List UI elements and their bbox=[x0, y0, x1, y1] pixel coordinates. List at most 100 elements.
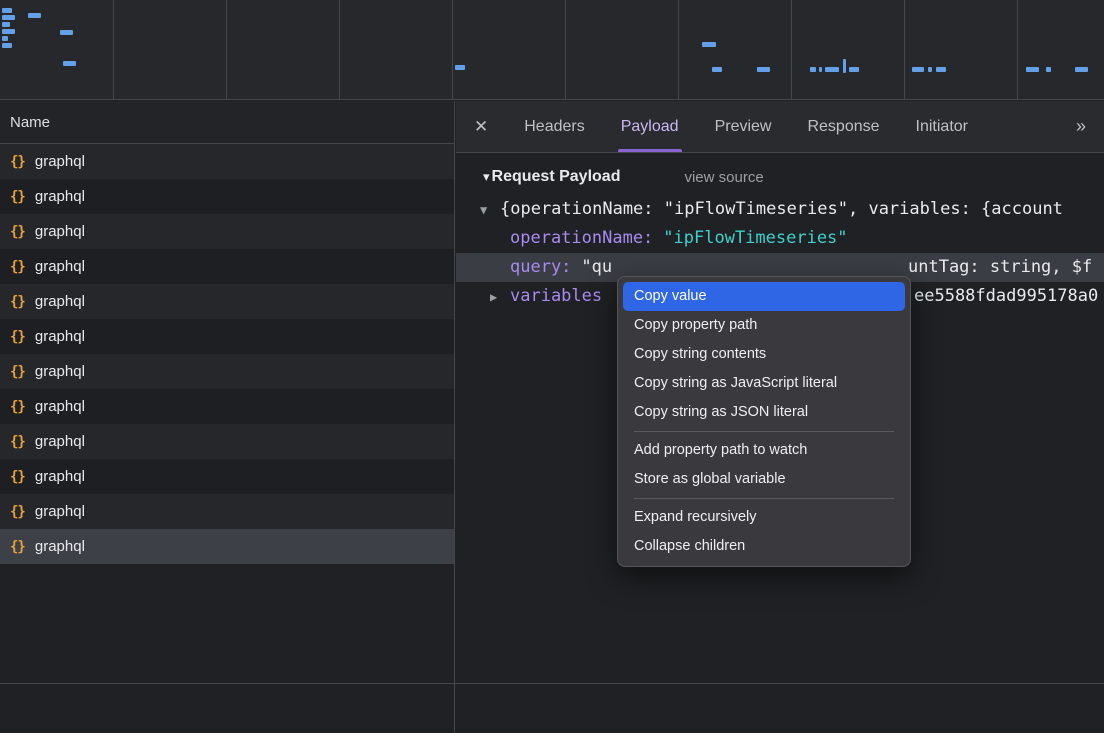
query-value-start: "qu bbox=[581, 257, 612, 277]
menu-item-collapse-children[interactable]: Collapse children bbox=[623, 532, 905, 561]
request-name: graphql bbox=[35, 433, 85, 450]
network-activity-bar bbox=[1075, 67, 1088, 72]
json-braces-icon: {} bbox=[10, 364, 25, 380]
timeline-gridline bbox=[904, 0, 905, 99]
timeline-gridline bbox=[791, 0, 792, 99]
json-braces-icon: {} bbox=[10, 329, 25, 345]
network-activity-bar bbox=[825, 67, 839, 72]
request-payload-section-header[interactable]: ▾ Request Payload view source bbox=[456, 153, 1104, 195]
request-name: graphql bbox=[35, 258, 85, 275]
request-row[interactable]: {} graphql bbox=[0, 424, 454, 459]
section-expand-icon[interactable]: ▾ bbox=[483, 169, 490, 185]
request-row[interactable]: {} graphql bbox=[0, 459, 454, 494]
requests-panel: Name {} graphql {} graphql {} graphql {}… bbox=[0, 101, 455, 733]
json-braces-icon: {} bbox=[10, 399, 25, 415]
menu-item-copy-property-path[interactable]: Copy property path bbox=[623, 311, 905, 340]
network-activity-bar bbox=[819, 67, 822, 72]
request-row[interactable]: {} graphql bbox=[0, 319, 454, 354]
request-list: {} graphql {} graphql {} graphql {} grap… bbox=[0, 144, 454, 564]
menu-item-expand-recursively[interactable]: Expand recursively bbox=[623, 503, 905, 532]
network-activity-bar bbox=[2, 29, 15, 34]
menu-item-copy-string-as-json-literal[interactable]: Copy string as JSON literal bbox=[623, 398, 905, 427]
root-preview-text: {operationName: "ipFlowTimeseries", vari… bbox=[500, 199, 1063, 219]
network-activity-bar bbox=[2, 36, 8, 41]
network-activity-bar bbox=[757, 67, 770, 72]
request-row[interactable]: {} graphql bbox=[0, 179, 454, 214]
property-value-operation-name: "ipFlowTimeseries" bbox=[663, 228, 847, 248]
query-value-end: untTag: string, $f bbox=[908, 253, 1092, 282]
json-braces-icon: {} bbox=[10, 434, 25, 450]
network-activity-bar bbox=[810, 67, 816, 72]
network-activity-bar bbox=[60, 30, 73, 35]
request-name: graphql bbox=[35, 398, 85, 415]
network-activity-bar bbox=[2, 43, 12, 48]
json-braces-icon: {} bbox=[10, 504, 25, 520]
property-key-operation-name: operationName: bbox=[510, 228, 653, 248]
devtools-network-panel: Name {} graphql {} graphql {} graphql {}… bbox=[0, 0, 1104, 733]
network-activity-bar bbox=[936, 67, 946, 72]
menu-separator bbox=[634, 431, 894, 432]
request-name: graphql bbox=[35, 223, 85, 240]
json-braces-icon: {} bbox=[10, 539, 25, 555]
detail-tabs: ✕ Headers Payload Preview Response Initiator… bbox=[456, 101, 1104, 153]
network-activity-bar bbox=[702, 42, 716, 47]
timeline-gridline bbox=[452, 0, 453, 99]
timeline-gridline bbox=[678, 0, 679, 99]
network-activity-bar bbox=[712, 67, 722, 72]
operation-name-row[interactable]: operationName: "ipFlowTimeseries" bbox=[456, 224, 1104, 253]
network-activity-bar bbox=[63, 61, 76, 66]
payload-root-row[interactable]: ▼ {operationName: "ipFlowTimeseries", var… bbox=[456, 195, 1104, 224]
name-column-header[interactable]: Name bbox=[0, 101, 454, 144]
tab-preview[interactable]: Preview bbox=[715, 101, 772, 152]
collapsed-triangle-icon[interactable]: ▶ bbox=[490, 283, 504, 312]
network-overview-timeline[interactable] bbox=[0, 0, 1104, 100]
tab-headers[interactable]: Headers bbox=[524, 101, 584, 152]
request-row[interactable]: {} graphql bbox=[0, 284, 454, 319]
network-activity-bar bbox=[843, 59, 846, 73]
network-activity-bar bbox=[2, 15, 15, 20]
view-source-link[interactable]: view source bbox=[684, 169, 763, 186]
json-braces-icon: {} bbox=[10, 154, 25, 170]
context-menu: Copy valueCopy property pathCopy string … bbox=[617, 276, 911, 567]
network-activity-bar bbox=[849, 67, 859, 72]
table-footer-divider bbox=[0, 683, 1104, 684]
menu-item-copy-string-as-javascript-literal[interactable]: Copy string as JavaScript literal bbox=[623, 369, 905, 398]
tab-payload[interactable]: Payload bbox=[621, 101, 679, 152]
json-braces-icon: {} bbox=[10, 189, 25, 205]
expanded-triangle-icon[interactable]: ▼ bbox=[480, 196, 494, 225]
menu-item-copy-string-contents[interactable]: Copy string contents bbox=[623, 340, 905, 369]
network-activity-bar bbox=[455, 65, 465, 70]
request-row[interactable]: {} graphql bbox=[0, 389, 454, 424]
close-icon[interactable]: ✕ bbox=[474, 117, 488, 137]
json-braces-icon: {} bbox=[10, 294, 25, 310]
request-row[interactable]: {} graphql bbox=[0, 144, 454, 179]
menu-item-copy-value[interactable]: Copy value bbox=[623, 282, 905, 311]
timeline-gridline bbox=[113, 0, 114, 99]
request-name: graphql bbox=[35, 188, 85, 205]
network-activity-bar bbox=[1046, 67, 1051, 72]
network-activity-bar bbox=[1026, 67, 1039, 72]
network-activity-bar bbox=[928, 67, 932, 72]
request-name: graphql bbox=[35, 328, 85, 345]
request-row[interactable]: {} graphql bbox=[0, 249, 454, 284]
section-title: Request Payload bbox=[492, 168, 621, 186]
tab-response[interactable]: Response bbox=[807, 101, 879, 152]
request-row[interactable]: {} graphql bbox=[0, 214, 454, 249]
menu-item-store-as-global-variable[interactable]: Store as global variable bbox=[623, 465, 905, 494]
request-row[interactable]: {} graphql bbox=[0, 529, 454, 564]
timeline-gridline bbox=[565, 0, 566, 99]
request-row[interactable]: {} graphql bbox=[0, 354, 454, 389]
network-activity-bar bbox=[2, 8, 12, 13]
request-name: graphql bbox=[35, 468, 85, 485]
network-activity-bar bbox=[912, 67, 924, 72]
menu-item-add-property-path-to-watch[interactable]: Add property path to watch bbox=[623, 436, 905, 465]
timeline-gridline bbox=[226, 0, 227, 99]
request-name: graphql bbox=[35, 363, 85, 380]
network-activity-bar bbox=[28, 13, 41, 18]
request-name: graphql bbox=[35, 503, 85, 520]
tab-initiator[interactable]: Initiator bbox=[916, 101, 968, 152]
json-braces-icon: {} bbox=[10, 469, 25, 485]
network-activity-bar bbox=[2, 22, 10, 27]
overflow-tabs-icon[interactable]: » bbox=[1076, 116, 1086, 137]
request-row[interactable]: {} graphql bbox=[0, 494, 454, 529]
